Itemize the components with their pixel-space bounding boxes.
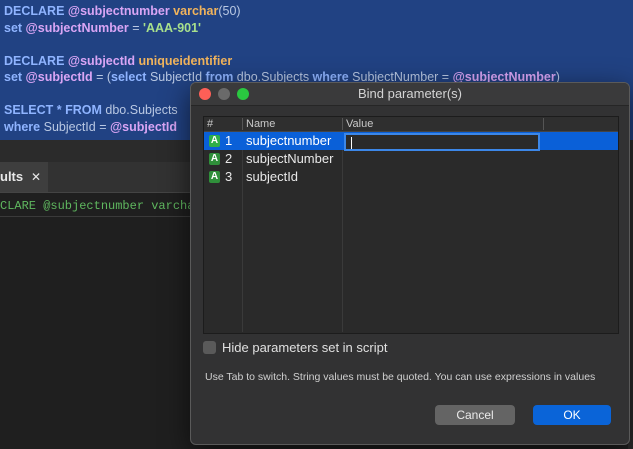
dialog-title: Bind parameter(s): [357, 86, 463, 101]
code-token: DECLARE: [4, 53, 68, 68]
hint-text: Use Tab to switch. String values must be…: [205, 371, 596, 383]
bind-parameters-dialog: Bind parameter(s) # Name Value A 1 subje…: [190, 82, 630, 445]
dialog-titlebar: Bind parameter(s): [191, 83, 629, 106]
code-token: @subjectId: [67, 53, 139, 68]
code-token: SELECT * FROM: [4, 103, 106, 117]
code-token: 'AAA-901': [142, 20, 202, 35]
code-token: varchar: [173, 4, 219, 18]
table-row[interactable]: A 3 subjectId: [204, 168, 618, 186]
close-icon[interactable]: ✕: [31, 162, 41, 192]
code-token: =: [132, 20, 143, 35]
hide-params-label[interactable]: Hide parameters set in script: [222, 340, 387, 356]
string-type-icon: A: [209, 153, 220, 165]
code-token: (50): [218, 4, 241, 18]
ok-button[interactable]: OK: [533, 405, 611, 425]
param-name: subjectId: [246, 169, 299, 184]
results-output-line: CLARE @subjectnumber varchar: [0, 199, 202, 213]
table-header: # Name Value: [204, 117, 618, 132]
tab-results[interactable]: ults ✕: [0, 162, 48, 192]
code-token: DECLARE: [4, 4, 68, 18]
code-token: where: [4, 119, 44, 134]
code-token: SubjectId =: [43, 119, 110, 134]
parameters-table[interactable]: # Name Value A 1 subjectnumber A 2 subje…: [203, 116, 619, 334]
code-token: @subjectnumber: [67, 4, 174, 18]
code-line: DECLARE @subjectId uniqueidentifier: [4, 52, 232, 70]
code-line: where SubjectId = @subjectId: [4, 118, 177, 136]
table-row[interactable]: A 1 subjectnumber: [204, 132, 618, 151]
column-separator[interactable]: [342, 118, 343, 130]
window-minimize-button[interactable]: [218, 88, 230, 100]
code-token: = (: [96, 70, 112, 84]
param-name: subjectNumber: [246, 151, 334, 166]
string-type-icon: A: [209, 171, 220, 183]
cancel-button[interactable]: Cancel: [435, 405, 515, 425]
param-name: subjectnumber: [246, 133, 332, 148]
column-separator[interactable]: [543, 118, 544, 130]
code-token: uniqueidentifier: [138, 53, 233, 68]
code-token: @subjectId: [25, 70, 97, 84]
code-token: set: [4, 70, 26, 84]
code-line: set @subjectNumber = 'AAA-901': [4, 19, 201, 37]
code-token: @subjectId: [109, 119, 178, 134]
code-token: select: [111, 70, 150, 84]
window-close-button[interactable]: [199, 88, 211, 100]
hide-params-checkbox[interactable]: [203, 341, 216, 354]
value-input[interactable]: [344, 133, 540, 151]
window-zoom-button[interactable]: [237, 88, 249, 100]
row-number: 2: [225, 151, 233, 166]
column-header-number[interactable]: #: [207, 117, 213, 131]
column-separator[interactable]: [242, 118, 243, 130]
table-row[interactable]: A 2 subjectNumber: [204, 150, 618, 168]
code-token: set: [4, 20, 26, 35]
code-line: SELECT * FROM dbo.Subjects: [4, 101, 178, 119]
column-header-value[interactable]: Value: [346, 117, 373, 131]
row-number: 1: [225, 133, 233, 148]
row-number: 3: [225, 169, 233, 184]
code-token: @subjectNumber: [25, 20, 133, 35]
code-token: dbo.Subjects: [105, 103, 178, 117]
text-caret: [351, 137, 352, 149]
tab-results-label: ults: [0, 169, 24, 184]
column-header-name[interactable]: Name: [246, 117, 275, 131]
code-line: DECLARE @subjectnumber varchar(50): [4, 2, 241, 20]
string-type-icon: A: [209, 135, 220, 147]
